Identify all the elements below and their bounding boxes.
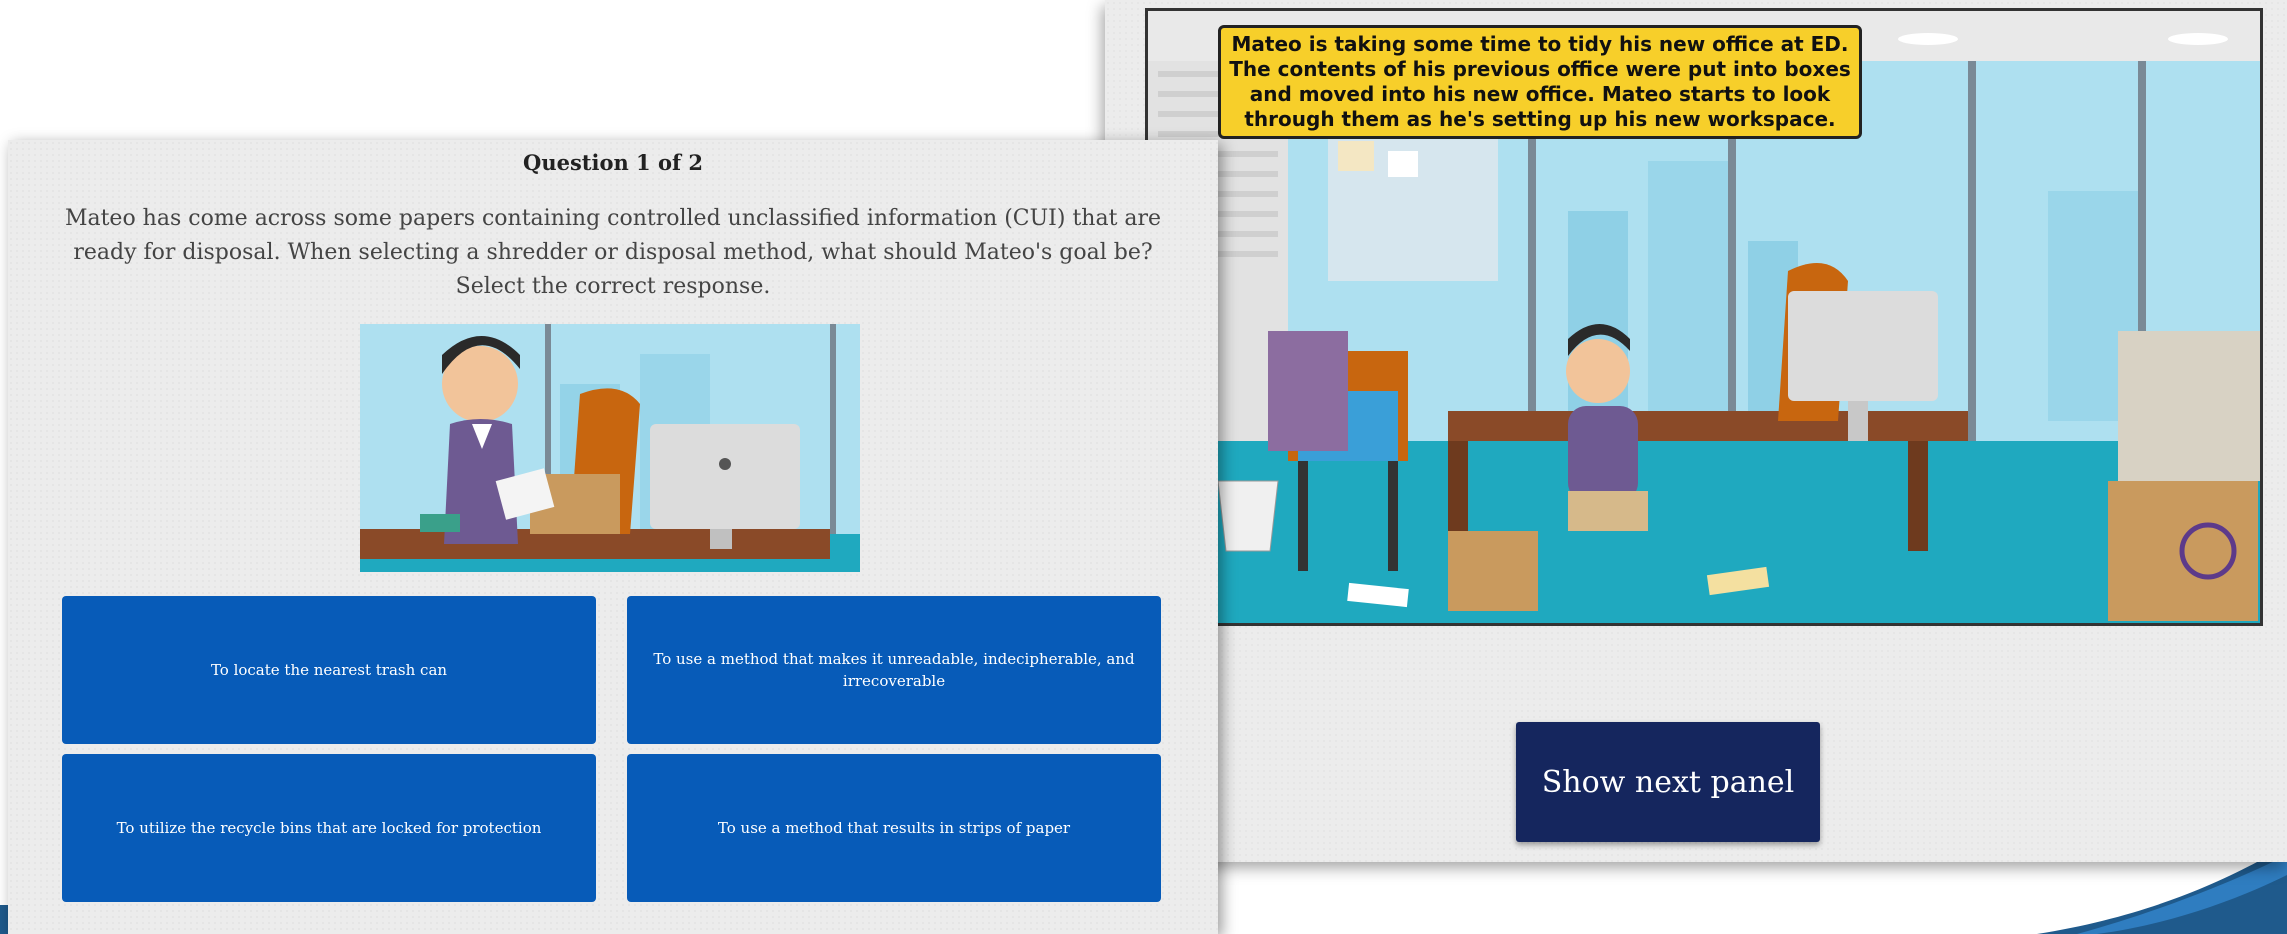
answer-option-3[interactable]: To utilize the recycle bins that are loc…: [62, 754, 596, 902]
answer-option-4[interactable]: To use a method that results in strips o…: [627, 754, 1161, 902]
question-prompt: Mateo has come across some papers contai…: [64, 206, 1162, 265]
question-text-block: Mateo has come across some papers contai…: [48, 202, 1178, 304]
quiz-panel-card: Question 1 of 2 Mateo has come across so…: [8, 140, 1218, 934]
comic-caption: Mateo is taking some time to tidy his ne…: [1218, 25, 1862, 139]
comic-panel-card: Mateo is taking some time to tidy his ne…: [1105, 0, 2287, 862]
comic-illustration: Mateo is taking some time to tidy his ne…: [1145, 8, 2263, 626]
answer-option-1[interactable]: To locate the nearest trash can: [62, 596, 596, 744]
question-counter: Question 1 of 2: [523, 150, 703, 175]
show-next-panel-button[interactable]: Show next panel: [1516, 722, 1820, 842]
question-illustration: [360, 324, 860, 572]
mateo-at-desk-image: [360, 324, 860, 572]
question-instruction: Select the correct response.: [455, 274, 771, 299]
answer-option-2[interactable]: To use a method that makes it unreadable…: [627, 596, 1161, 744]
